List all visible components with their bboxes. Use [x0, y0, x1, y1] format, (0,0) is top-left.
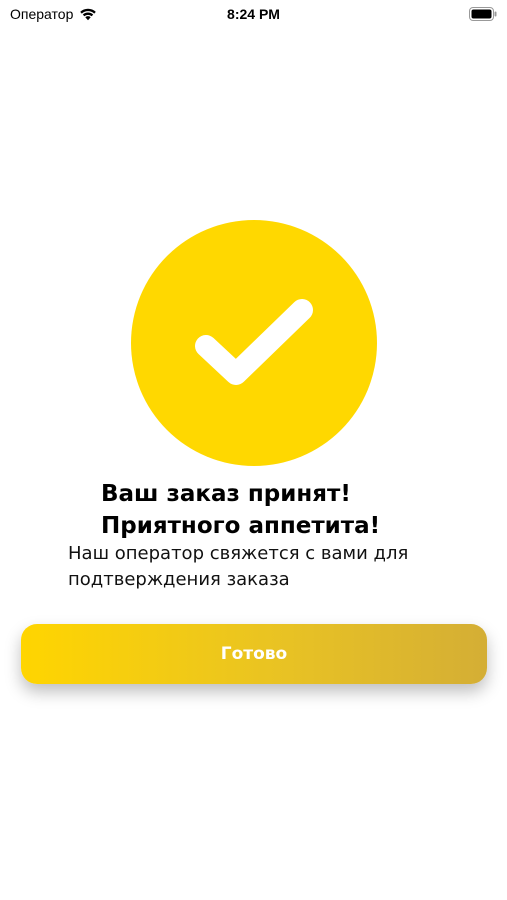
status-bar: Оператор 8:24 PM: [0, 0, 507, 30]
order-confirmation-screen: Оператор 8:24 PM Ваш заказ принят! Прият…: [0, 0, 507, 900]
battery-icon: [469, 7, 497, 21]
done-button[interactable]: Готово: [21, 624, 487, 684]
confirmation-headline: Ваш заказ принят! Приятного аппетита!: [101, 478, 481, 542]
headline-line-2: Приятного аппетита!: [101, 513, 381, 539]
checkmark-icon: [195, 299, 313, 385]
subtitle-line-2: подтверждения заказа: [68, 569, 290, 590]
success-badge: [131, 220, 377, 466]
subtitle-line-1: Наш оператор свяжется с вами для: [68, 543, 409, 564]
confirmation-subtitle: Наш оператор свяжется с вами для подтвер…: [68, 541, 468, 593]
headline-line-1: Ваш заказ принят!: [101, 481, 351, 507]
status-time: 8:24 PM: [227, 6, 280, 22]
